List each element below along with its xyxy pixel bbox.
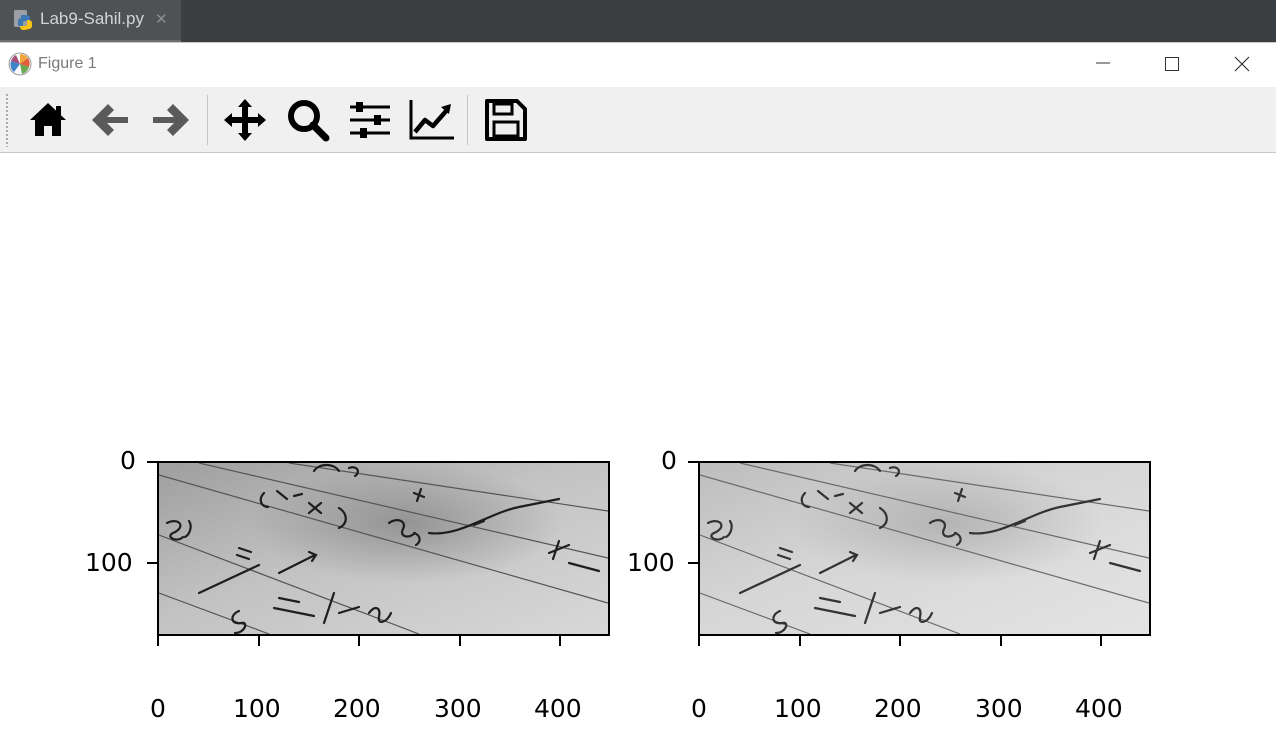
window-title: Figure 1 [38, 55, 97, 72]
x-tick [899, 636, 901, 646]
x-tick-label: 0 [691, 694, 707, 723]
x-tick [799, 636, 801, 646]
back-button[interactable] [84, 95, 136, 145]
navigation-toolbar [0, 87, 1276, 153]
zoom-button[interactable] [282, 95, 334, 145]
forward-button[interactable] [145, 95, 197, 145]
close-icon [1234, 56, 1250, 72]
x-tick [157, 636, 159, 646]
y-tick-label: 100 [85, 548, 133, 577]
minimize-icon [1096, 62, 1110, 64]
x-tick-label: 300 [975, 694, 1023, 723]
x-tick-label: 100 [774, 694, 822, 723]
y-tick [147, 562, 157, 564]
figure-canvas[interactable]: 0 100 0 100 200 300 400 0 100 0 100 200 … [0, 154, 1276, 755]
maximize-icon [1165, 57, 1179, 71]
editor-tab-label: Lab9-Sahil.py [40, 9, 144, 28]
y-tick-label: 100 [627, 548, 675, 577]
toolbar-grip[interactable] [5, 93, 9, 147]
sliders-icon [350, 102, 390, 138]
x-tick [1000, 636, 1002, 646]
x-tick-label: 0 [150, 694, 166, 723]
x-tick-label: 200 [874, 694, 922, 723]
image-axes-left[interactable] [157, 461, 610, 636]
move-icon [224, 99, 266, 141]
chart-line-icon [409, 100, 454, 140]
configure-subplots-button[interactable] [344, 95, 396, 145]
x-tick [258, 636, 260, 646]
home-button[interactable] [22, 95, 74, 145]
x-tick-label: 400 [1075, 694, 1123, 723]
editor-tab-bar: Lab9-Sahil.py ✕ [0, 0, 1276, 42]
tab-close-icon[interactable]: ✕ [155, 10, 168, 28]
handwriting-photo-image [700, 463, 1149, 634]
x-tick [698, 636, 700, 646]
close-button[interactable] [1209, 43, 1275, 85]
python-file-icon [14, 10, 32, 30]
editor-tab[interactable]: Lab9-Sahil.py ✕ [0, 0, 181, 42]
x-tick [358, 636, 360, 646]
zoom-icon [288, 100, 330, 142]
y-tick-label: 0 [661, 446, 677, 475]
y-tick [688, 461, 698, 463]
toolbar-separator [207, 95, 208, 145]
home-icon [30, 103, 66, 136]
x-tick-label: 300 [434, 694, 482, 723]
handwriting-photo-image [159, 463, 608, 634]
x-tick-label: 400 [534, 694, 582, 723]
save-button[interactable] [480, 95, 532, 145]
x-tick [1100, 636, 1102, 646]
y-tick [688, 562, 698, 564]
x-tick-label: 100 [233, 694, 281, 723]
matplotlib-icon [8, 52, 32, 76]
minimize-button[interactable] [1070, 43, 1136, 85]
floppy-disk-icon [485, 99, 527, 141]
y-tick [147, 461, 157, 463]
back-arrow-icon [92, 104, 128, 136]
x-tick-label: 200 [333, 694, 381, 723]
image-axes-right[interactable] [698, 461, 1151, 636]
y-tick-label: 0 [120, 446, 136, 475]
toolbar-separator [467, 95, 468, 145]
x-tick [459, 636, 461, 646]
maximize-button[interactable] [1139, 43, 1205, 85]
edit-axes-button[interactable] [404, 95, 456, 145]
forward-arrow-icon [153, 104, 189, 136]
window-titlebar: Figure 1 [0, 43, 1276, 85]
x-tick [559, 636, 561, 646]
pan-button[interactable] [219, 95, 271, 145]
figure-window: Figure 1 0 100 0 100 200 300 400 0 100 0… [0, 42, 1276, 755]
